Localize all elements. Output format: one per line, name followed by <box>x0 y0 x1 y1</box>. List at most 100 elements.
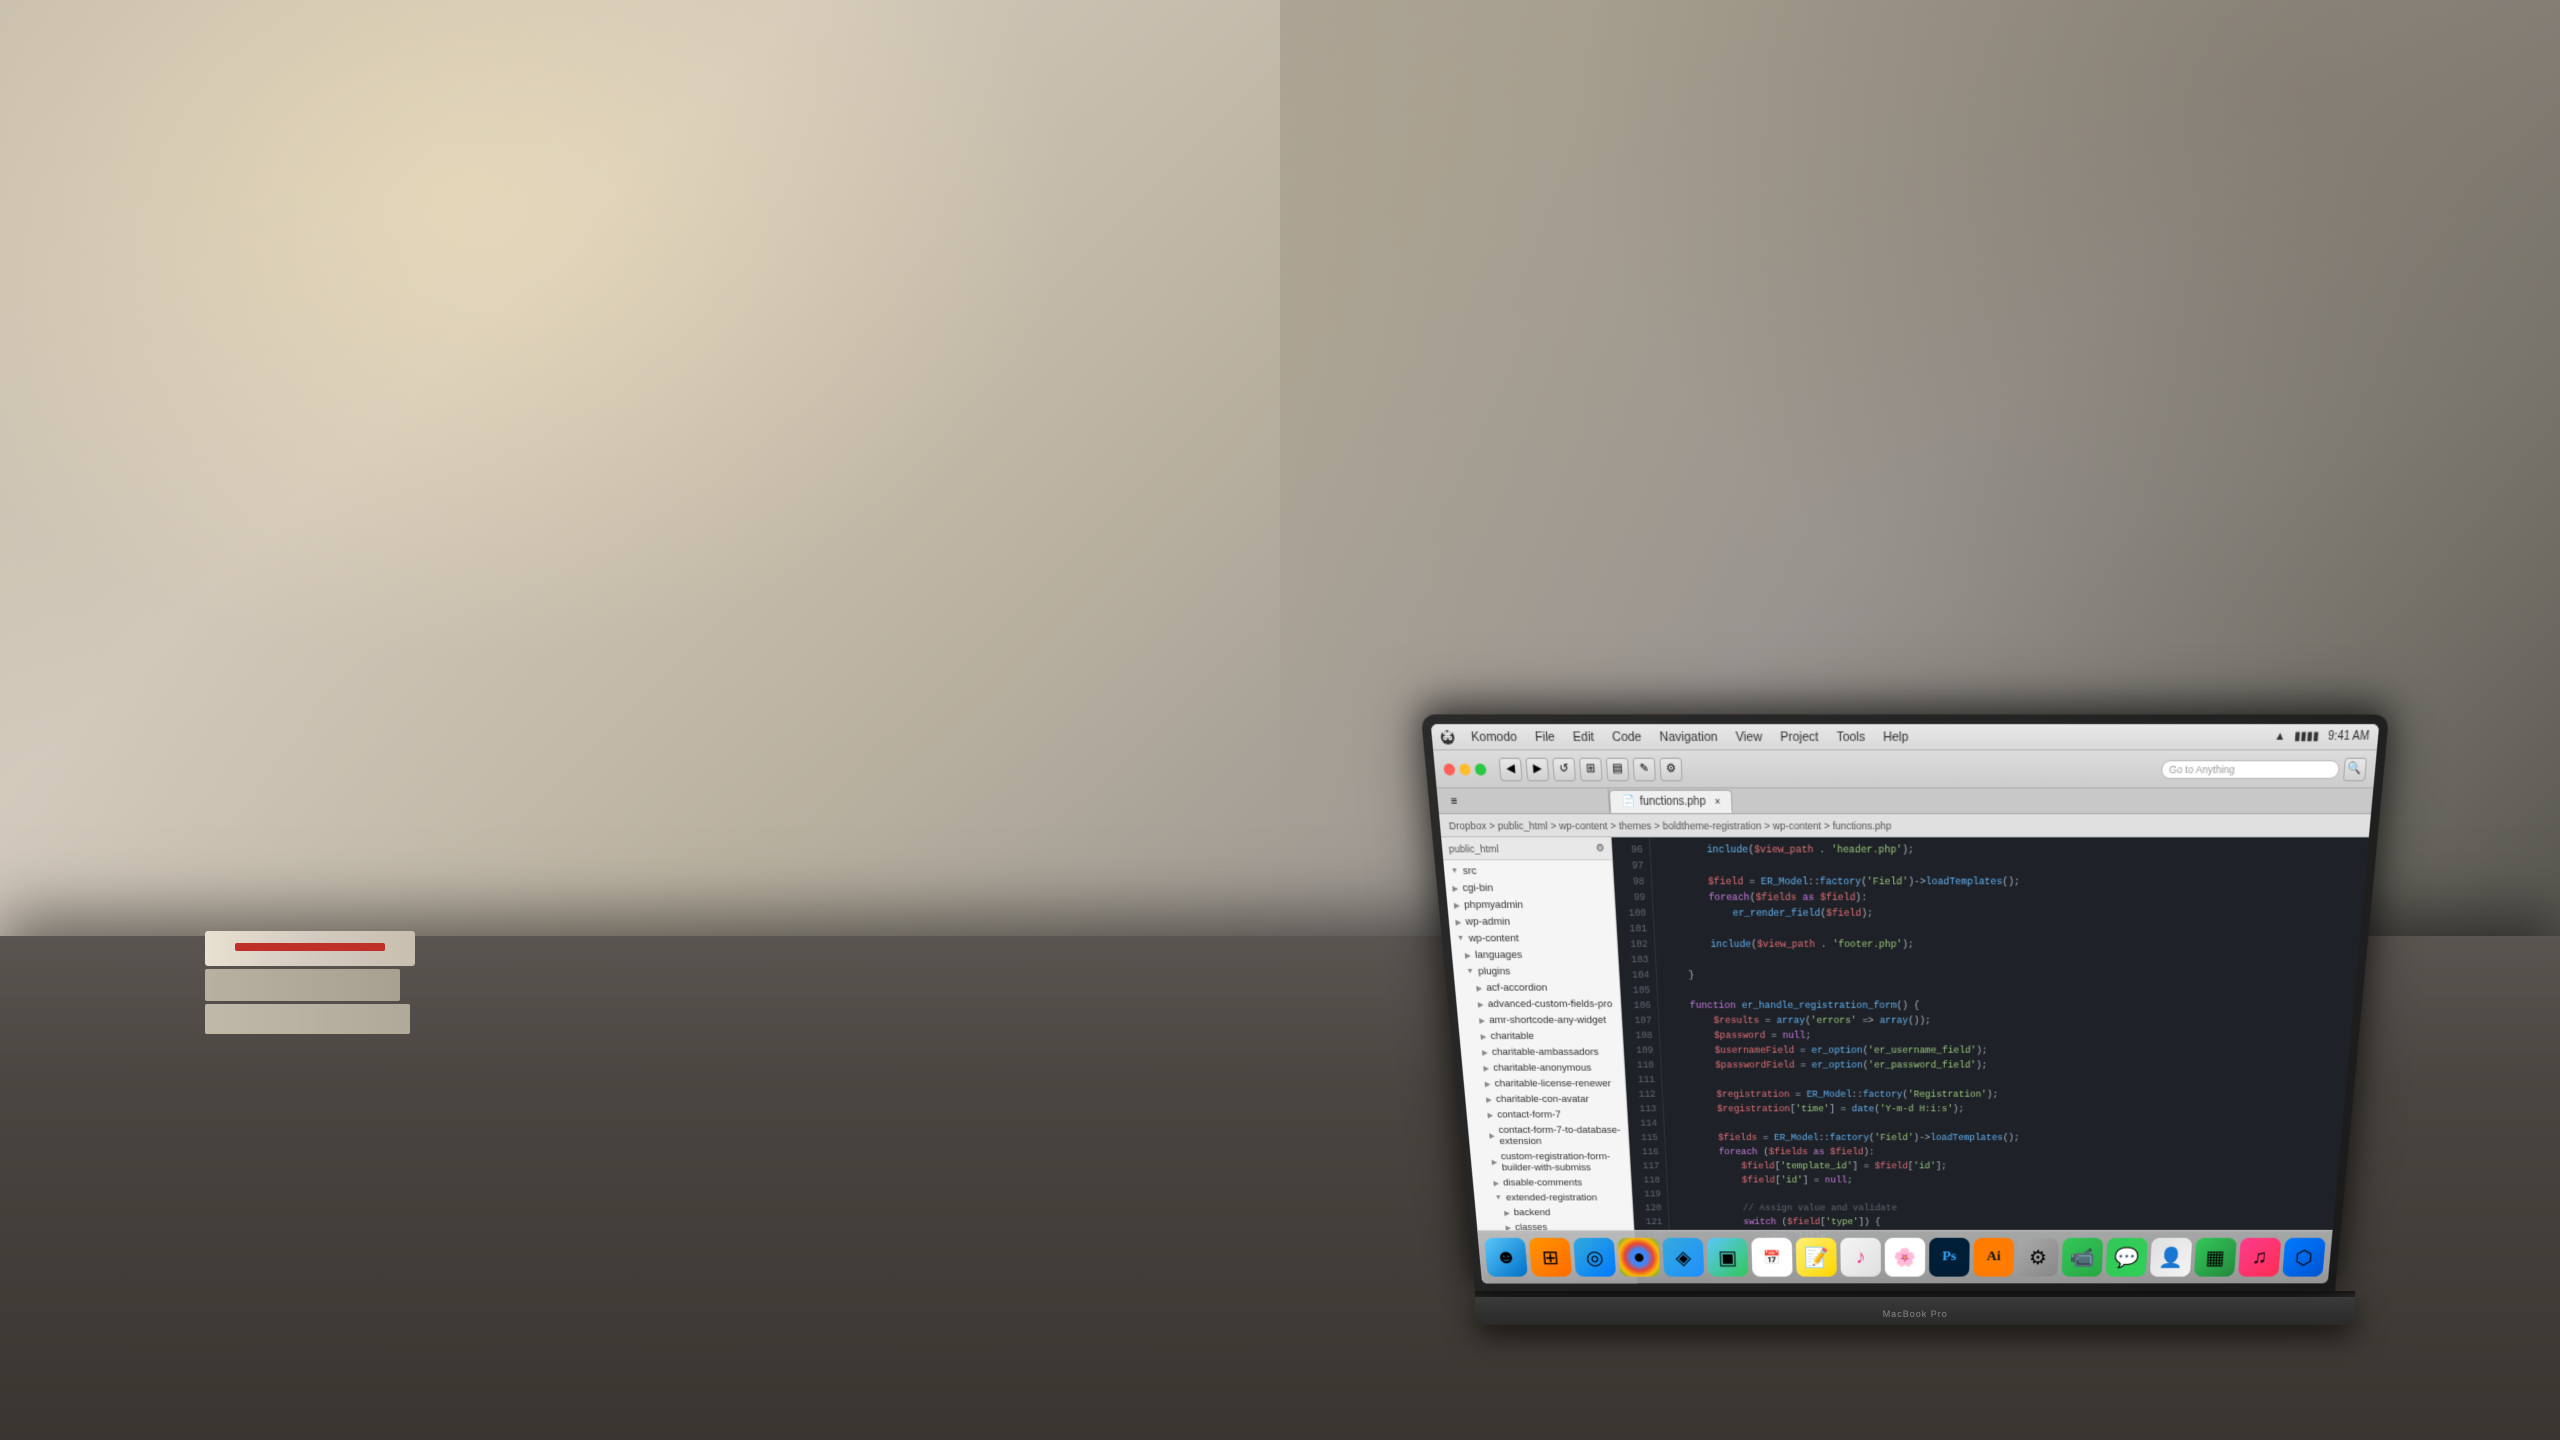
menubar-project[interactable]: Project <box>1777 729 1822 743</box>
menubar-view[interactable]: View <box>1732 729 1766 743</box>
breadcrumb-bar: Dropbox > public_html > wp-content > the… <box>1439 814 2371 837</box>
sidebar-item-src[interactable]: src <box>1444 862 1613 879</box>
sidebar-item-advanced-cf[interactable]: advanced-custom-fields-pro <box>1456 996 1621 1012</box>
menubar: ⌘ Komodo File Edit Code Navigation View … <box>1431 724 2380 750</box>
sidebar-item-acf[interactable]: acf-accordion <box>1455 980 1620 996</box>
code-area[interactable]: include($view_path . 'header.php'); $fie… <box>1650 837 2369 1283</box>
dock-messages[interactable]: 💬 <box>2106 1238 2148 1277</box>
menubar-navigation[interactable]: Navigation <box>1656 729 1722 743</box>
code-line <box>1666 983 2347 998</box>
toolbar-btn-1[interactable]: ↺ <box>1552 757 1576 781</box>
sidebar-item-languages[interactable]: languages <box>1451 947 1618 964</box>
menubar-komodo[interactable]: Komodo <box>1467 729 1521 743</box>
close-button[interactable] <box>1443 763 1455 775</box>
sidebar-item-charitable-license[interactable]: charitable-license-renewer <box>1463 1076 1625 1092</box>
main-layout: public_html ⚙ src cgi-bin phpmyadmin wp-… <box>1441 837 2369 1283</box>
code-line <box>1660 858 2358 874</box>
dock-maps[interactable]: ▣ <box>1707 1238 1749 1277</box>
sidebar-item-charitable-ambassadors[interactable]: charitable-ambassadors <box>1460 1044 1623 1060</box>
toolbar-btn-4[interactable]: ✎ <box>1633 757 1656 781</box>
laptop-screen-wrapper: ⌘ Komodo File Edit Code Navigation View … <box>1475 755 2335 1325</box>
code-line: $results = array('errors' => array()); <box>1668 1013 2345 1028</box>
sidebar-item-charitable-avatar[interactable]: charitable-con-avatar <box>1465 1091 1627 1107</box>
toolbar-btn-2[interactable]: ⊞ <box>1579 757 1603 781</box>
dock-safari[interactable]: ◈ <box>1662 1238 1704 1277</box>
code-editor[interactable]: 96979899100 101102103104105 106107108109… <box>1612 837 2369 1283</box>
code-line: function er_handle_registration_form() { <box>1667 998 2346 1013</box>
dock-photoshop[interactable]: Ps <box>1929 1238 1970 1277</box>
dock-itunes[interactable]: ♪ <box>1840 1238 1881 1277</box>
forward-button[interactable]: ▶ <box>1526 757 1550 781</box>
toolbar: ◀ ▶ ↺ ⊞ ▤ ✎ ⚙ Go to Anything 🔍 <box>1433 750 2377 788</box>
dock-numbers[interactable]: ▦ <box>2194 1238 2237 1277</box>
dock-preferences[interactable]: ⚙ <box>2018 1238 2059 1277</box>
sidebar-header-label: public_html <box>1448 842 1499 853</box>
dock-music[interactable]: ♫ <box>2238 1238 2281 1277</box>
sidebar-item-extended-reg[interactable]: extended-registration <box>1474 1190 1632 1205</box>
code-line: $field = ER_Model::factory('Field')->loa… <box>1661 874 2357 890</box>
code-line: foreach($fields as $field): <box>1662 890 2356 906</box>
dock-contacts[interactable]: 👤 <box>2150 1238 2193 1277</box>
menubar-code[interactable]: Code <box>1608 729 1645 743</box>
tab-functions-php[interactable]: 📄 functions.php × <box>1609 789 1733 812</box>
dock-safari-tp[interactable]: ◎ <box>1573 1238 1616 1277</box>
dock-facetime[interactable]: 📹 <box>2062 1238 2104 1277</box>
book-bottom <box>205 1004 410 1034</box>
sidebar-item-disable-comments[interactable]: disable-comments <box>1473 1175 1632 1190</box>
sidebar-item-cf7-db[interactable]: contact-form-7-to-database-extension <box>1468 1122 1629 1149</box>
sidebar-toggle[interactable]: ≡ <box>1437 789 1472 812</box>
sidebar-item-wpadmin[interactable]: wp-admin <box>1448 913 1616 930</box>
wifi-icon: ▲ <box>2274 730 2286 743</box>
code-line: include($view_path . 'footer.php'); <box>1664 937 2351 952</box>
books-stack <box>205 931 425 1037</box>
menubar-file[interactable]: File <box>1531 729 1559 743</box>
sidebar-item-custom-reg[interactable]: custom-registration-form-builder-with-su… <box>1470 1149 1630 1175</box>
sidebar-item-charitable[interactable]: charitable <box>1459 1028 1623 1044</box>
toolbar-btn-5[interactable]: ⚙ <box>1660 757 1683 781</box>
sidebar-item-cgi[interactable]: cgi-bin <box>1445 880 1614 897</box>
maximize-button[interactable] <box>1475 763 1487 775</box>
dock-calendar[interactable]: 📅 <box>1751 1238 1792 1277</box>
back-button[interactable]: ◀ <box>1499 757 1523 781</box>
sidebar-item-amr[interactable]: amr-shortcode-any-widget <box>1458 1012 1622 1028</box>
minimize-button[interactable] <box>1459 763 1471 775</box>
tab-close-icon[interactable]: × <box>1715 795 1721 807</box>
dock-launchpad[interactable]: ⊞ <box>1529 1238 1572 1277</box>
search-icon[interactable]: 🔍 <box>2343 757 2367 781</box>
code-line: $registration = ER_Model::factory('Regis… <box>1671 1087 2337 1102</box>
sidebar-item-charitable-anonymous[interactable]: charitable-anonymous <box>1462 1060 1625 1076</box>
dock-appstore[interactable]: ⬡ <box>2282 1238 2326 1277</box>
code-line: // Assign value and validate <box>1677 1201 2327 1215</box>
menubar-help[interactable]: Help <box>1880 729 1912 743</box>
battery-icon: ▮▮▮▮ <box>2294 730 2320 743</box>
sidebar-item-plugins[interactable]: plugins <box>1453 963 1619 979</box>
code-line: } <box>1665 968 2348 983</box>
code-line: switch ($field['type']) { <box>1677 1215 2326 1229</box>
go-to-anything-input[interactable]: Go to Anything <box>2161 759 2341 778</box>
menubar-tools[interactable]: Tools <box>1833 729 1869 743</box>
laptop-lid: ⌘ Komodo File Edit Code Navigation View … <box>1421 714 2389 1291</box>
sidebar-item-wpcontent[interactable]: wp-content <box>1450 930 1617 947</box>
menubar-edit[interactable]: Edit <box>1569 729 1598 743</box>
tab-bar: ≡ 📄 functions.php × <box>1437 788 2374 814</box>
laptop-base <box>1475 1297 2355 1325</box>
code-line: $password = null; <box>1668 1028 2343 1043</box>
laptop-screen: ⌘ Komodo File Edit Code Navigation View … <box>1431 724 2380 1283</box>
clock: 9:41 AM <box>2328 730 2370 743</box>
code-line: include($view_path . 'header.php'); <box>1659 842 2360 858</box>
sidebar-item-cf7[interactable]: contact-form-7 <box>1466 1107 1627 1122</box>
book-top <box>205 931 415 966</box>
apple-menu[interactable]: ⌘ <box>1440 729 1455 743</box>
toolbar-btn-3[interactable]: ▤ <box>1606 757 1630 781</box>
dock-illustrator[interactable]: Ai <box>1973 1238 2014 1277</box>
dock-chrome[interactable]: ● <box>1618 1238 1661 1277</box>
sidebar-item-phpmyadmin[interactable]: phpmyadmin <box>1447 897 1615 914</box>
tab-icon: 📄 <box>1621 795 1635 808</box>
code-line <box>1663 921 2353 937</box>
sidebar-settings-icon[interactable]: ⚙ <box>1595 842 1605 855</box>
code-line: $passwordField = er_option('er_password_… <box>1670 1058 2340 1073</box>
dock-finder[interactable]: ☻ <box>1484 1238 1528 1277</box>
dock-photos[interactable]: 🌸 <box>1885 1238 1925 1277</box>
dock-notes[interactable]: 📝 <box>1796 1238 1837 1277</box>
sidebar-item-backend[interactable]: backend <box>1475 1205 1633 1220</box>
